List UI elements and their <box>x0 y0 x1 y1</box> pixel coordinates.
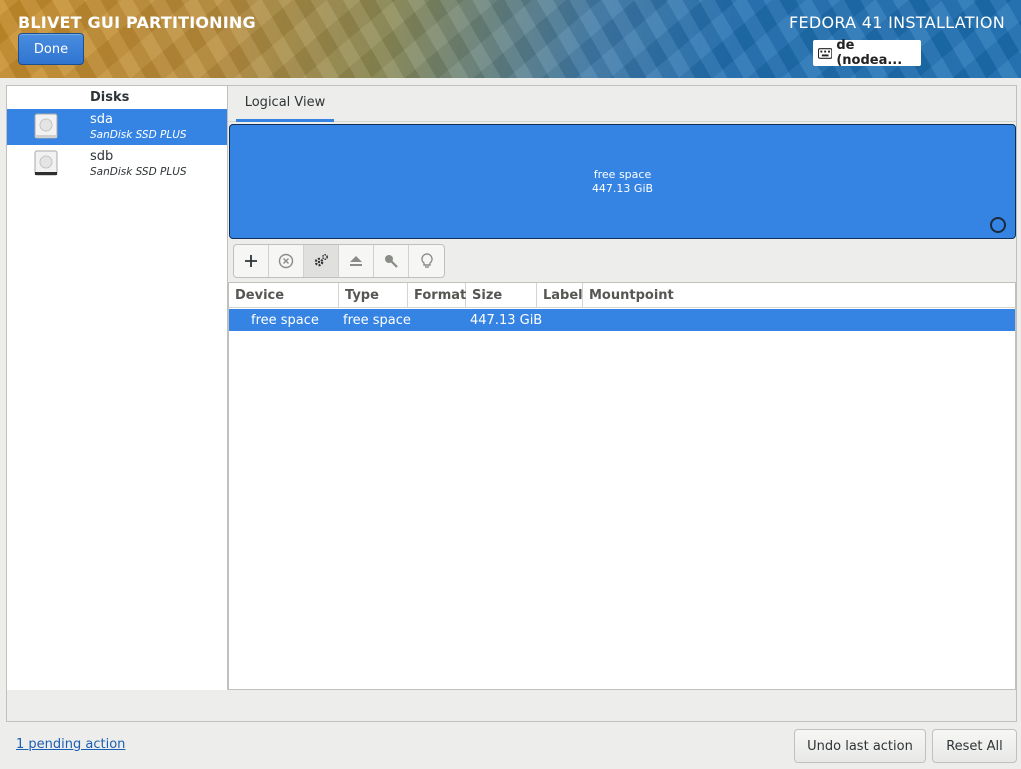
disk-item-sda[interactable]: sda SanDisk SSD PLUS <box>7 109 227 145</box>
segment-selector-ring[interactable] <box>990 217 1006 233</box>
view-tabs: Logical View <box>228 86 1016 122</box>
disk-icon <box>34 113 58 139</box>
reset-all-button[interactable]: Reset All <box>932 729 1017 763</box>
disk-list-heading: Disks <box>90 90 130 105</box>
app-title: BLIVET GUI PARTITIONING <box>18 13 256 32</box>
disk-item-sdb[interactable]: sdb SanDisk SSD PLUS <box>7 146 227 182</box>
done-button[interactable]: Done <box>18 33 84 65</box>
column-header-device[interactable]: Device <box>229 283 339 308</box>
partitioning-panel: Disks sda SanDisk SSD PLUS sdb SanDisk S… <box>6 85 1017 722</box>
tab-logical-view[interactable]: Logical View <box>236 86 334 122</box>
keyboard-layout-indicator[interactable]: de (nodea... <box>813 38 921 68</box>
disk-model: SanDisk SSD PLUS <box>90 166 187 178</box>
unmount-icon <box>350 256 362 266</box>
add-button[interactable] <box>234 245 269 277</box>
device-table: Device Type Format Size Label Mountpoint… <box>228 282 1016 690</box>
info-bulb-icon <box>420 253 433 268</box>
column-header-format[interactable]: Format <box>408 283 466 308</box>
table-row[interactable]: free space free space 447.13 GiB <box>229 309 1015 331</box>
column-header-size[interactable]: Size <box>466 283 537 308</box>
add-icon <box>245 255 257 267</box>
column-header-mountpoint[interactable]: Mountpoint <box>583 283 783 308</box>
device-toolbar <box>233 244 445 278</box>
cell-type: free space <box>343 312 411 328</box>
segment-size: 447.13 GiB <box>591 182 654 195</box>
disk-icon <box>34 150 58 176</box>
delete-button[interactable] <box>269 245 304 277</box>
installer-title: FEDORA 41 INSTALLATION <box>788 13 1005 32</box>
column-header-type[interactable]: Type <box>339 283 408 308</box>
settings-button[interactable] <box>304 245 339 277</box>
pending-actions-link[interactable]: 1 pending action <box>16 737 125 752</box>
table-header: Device Type Format Size Label Mountpoint <box>229 283 1015 308</box>
disk-list: Disks sda SanDisk SSD PLUS sdb SanDisk S… <box>7 86 228 690</box>
delete-icon <box>278 253 294 269</box>
decrypt-key-icon <box>385 255 398 268</box>
info-button[interactable] <box>409 245 444 277</box>
disk-model: SanDisk SSD PLUS <box>90 129 187 141</box>
header-banner: BLIVET GUI PARTITIONING FEDORA 41 INSTAL… <box>0 0 1021 78</box>
decrypt-button[interactable] <box>374 245 409 277</box>
partition-visualization[interactable]: free space 447.13 GiB <box>229 124 1016 239</box>
segment-label: free space <box>593 168 652 181</box>
cell-size: 447.13 GiB <box>470 312 543 328</box>
settings-icon <box>314 253 329 267</box>
keyboard-layout-label: de (nodea... <box>836 38 903 68</box>
cell-device: free space <box>251 312 319 328</box>
undo-last-action-button[interactable]: Undo last action <box>794 729 926 763</box>
column-header-label[interactable]: Label <box>537 283 583 308</box>
keyboard-icon <box>818 47 833 59</box>
disk-name: sda <box>90 112 113 127</box>
disk-name: sdb <box>90 149 114 164</box>
unmount-button[interactable] <box>339 245 374 277</box>
disk-detail-area: Logical View free space 447.13 GiB Devic… <box>228 86 1016 690</box>
